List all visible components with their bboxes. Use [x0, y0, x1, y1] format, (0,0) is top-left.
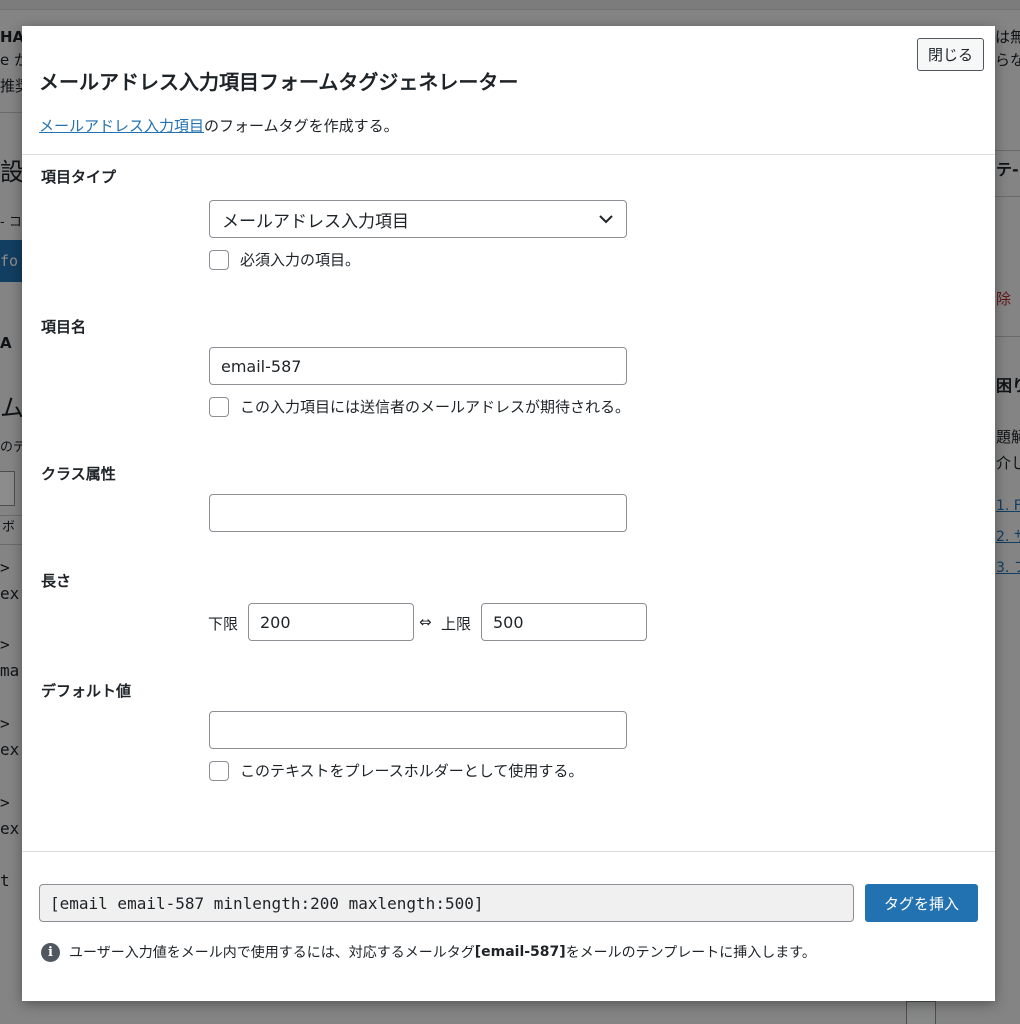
class-attr-label: クラス属性: [41, 465, 116, 483]
info-icon: i: [41, 942, 60, 962]
dialog-title: メールアドレス入力項目フォームタグジェネレーター: [39, 70, 519, 94]
field-name-label: 項目名: [41, 318, 87, 336]
chevron-down-icon: [598, 211, 614, 227]
mail-tag-note: i ユーザー入力値をメール内で使用するには、対応するメールタグ [email-5…: [41, 942, 816, 962]
required-option[interactable]: 必須入力の項目。: [209, 249, 360, 270]
field-type-select[interactable]: メールアドレス入力項目: [209, 200, 627, 238]
sender-email-checkbox[interactable]: [209, 396, 229, 417]
tag-generator-dialog: 閉じる メールアドレス入力項目フォームタグジェネレーター メールアドレス入力項目…: [22, 26, 995, 1001]
placeholder-checkbox[interactable]: [209, 760, 229, 781]
generated-tag-output[interactable]: [email email-587 minlength:200 maxlength…: [39, 884, 854, 922]
field-type-selected: メールアドレス入力項目: [222, 211, 409, 232]
insert-tag-button[interactable]: タグを挿入: [865, 884, 978, 922]
dialog-intro: メールアドレス入力項目のフォームタグを作成する。: [39, 115, 399, 136]
note-text-before: ユーザー入力値をメール内で使用するには、対応するメールタグ: [69, 945, 475, 961]
required-checkbox[interactable]: [209, 249, 229, 270]
default-value-label: デフォルト値: [41, 682, 132, 700]
field-name-input[interactable]: [209, 347, 627, 385]
header-divider: [22, 154, 995, 155]
length-label: 長さ: [41, 572, 72, 590]
placeholder-option[interactable]: このテキストをプレースホルダーとして使用する。: [209, 760, 583, 781]
intro-text: のフォームタグを作成する。: [204, 117, 399, 135]
mail-tag: [email-587]: [474, 944, 566, 960]
length-separator: ⇔: [419, 613, 432, 631]
footer-divider: [22, 851, 995, 852]
email-field-doc-link[interactable]: メールアドレス入力項目: [39, 117, 204, 135]
max-length-input[interactable]: [481, 603, 647, 641]
required-label: 必須入力の項目。: [240, 251, 361, 269]
default-value-input[interactable]: [209, 711, 627, 749]
max-length-label: 上限: [441, 615, 472, 633]
min-length-input[interactable]: [248, 603, 414, 641]
sender-email-label: この入力項目には送信者のメールアドレスが期待される。: [240, 398, 631, 416]
close-button[interactable]: 閉じる: [916, 38, 984, 71]
min-length-label: 下限: [208, 615, 239, 633]
placeholder-label: このテキストをプレースホルダーとして使用する。: [240, 762, 584, 780]
sender-email-option[interactable]: この入力項目には送信者のメールアドレスが期待される。: [209, 396, 630, 417]
class-attr-input[interactable]: [209, 494, 627, 532]
field-type-label: 項目タイプ: [41, 168, 117, 186]
note-text-after: をメールのテンプレートに挿入します。: [565, 945, 816, 961]
